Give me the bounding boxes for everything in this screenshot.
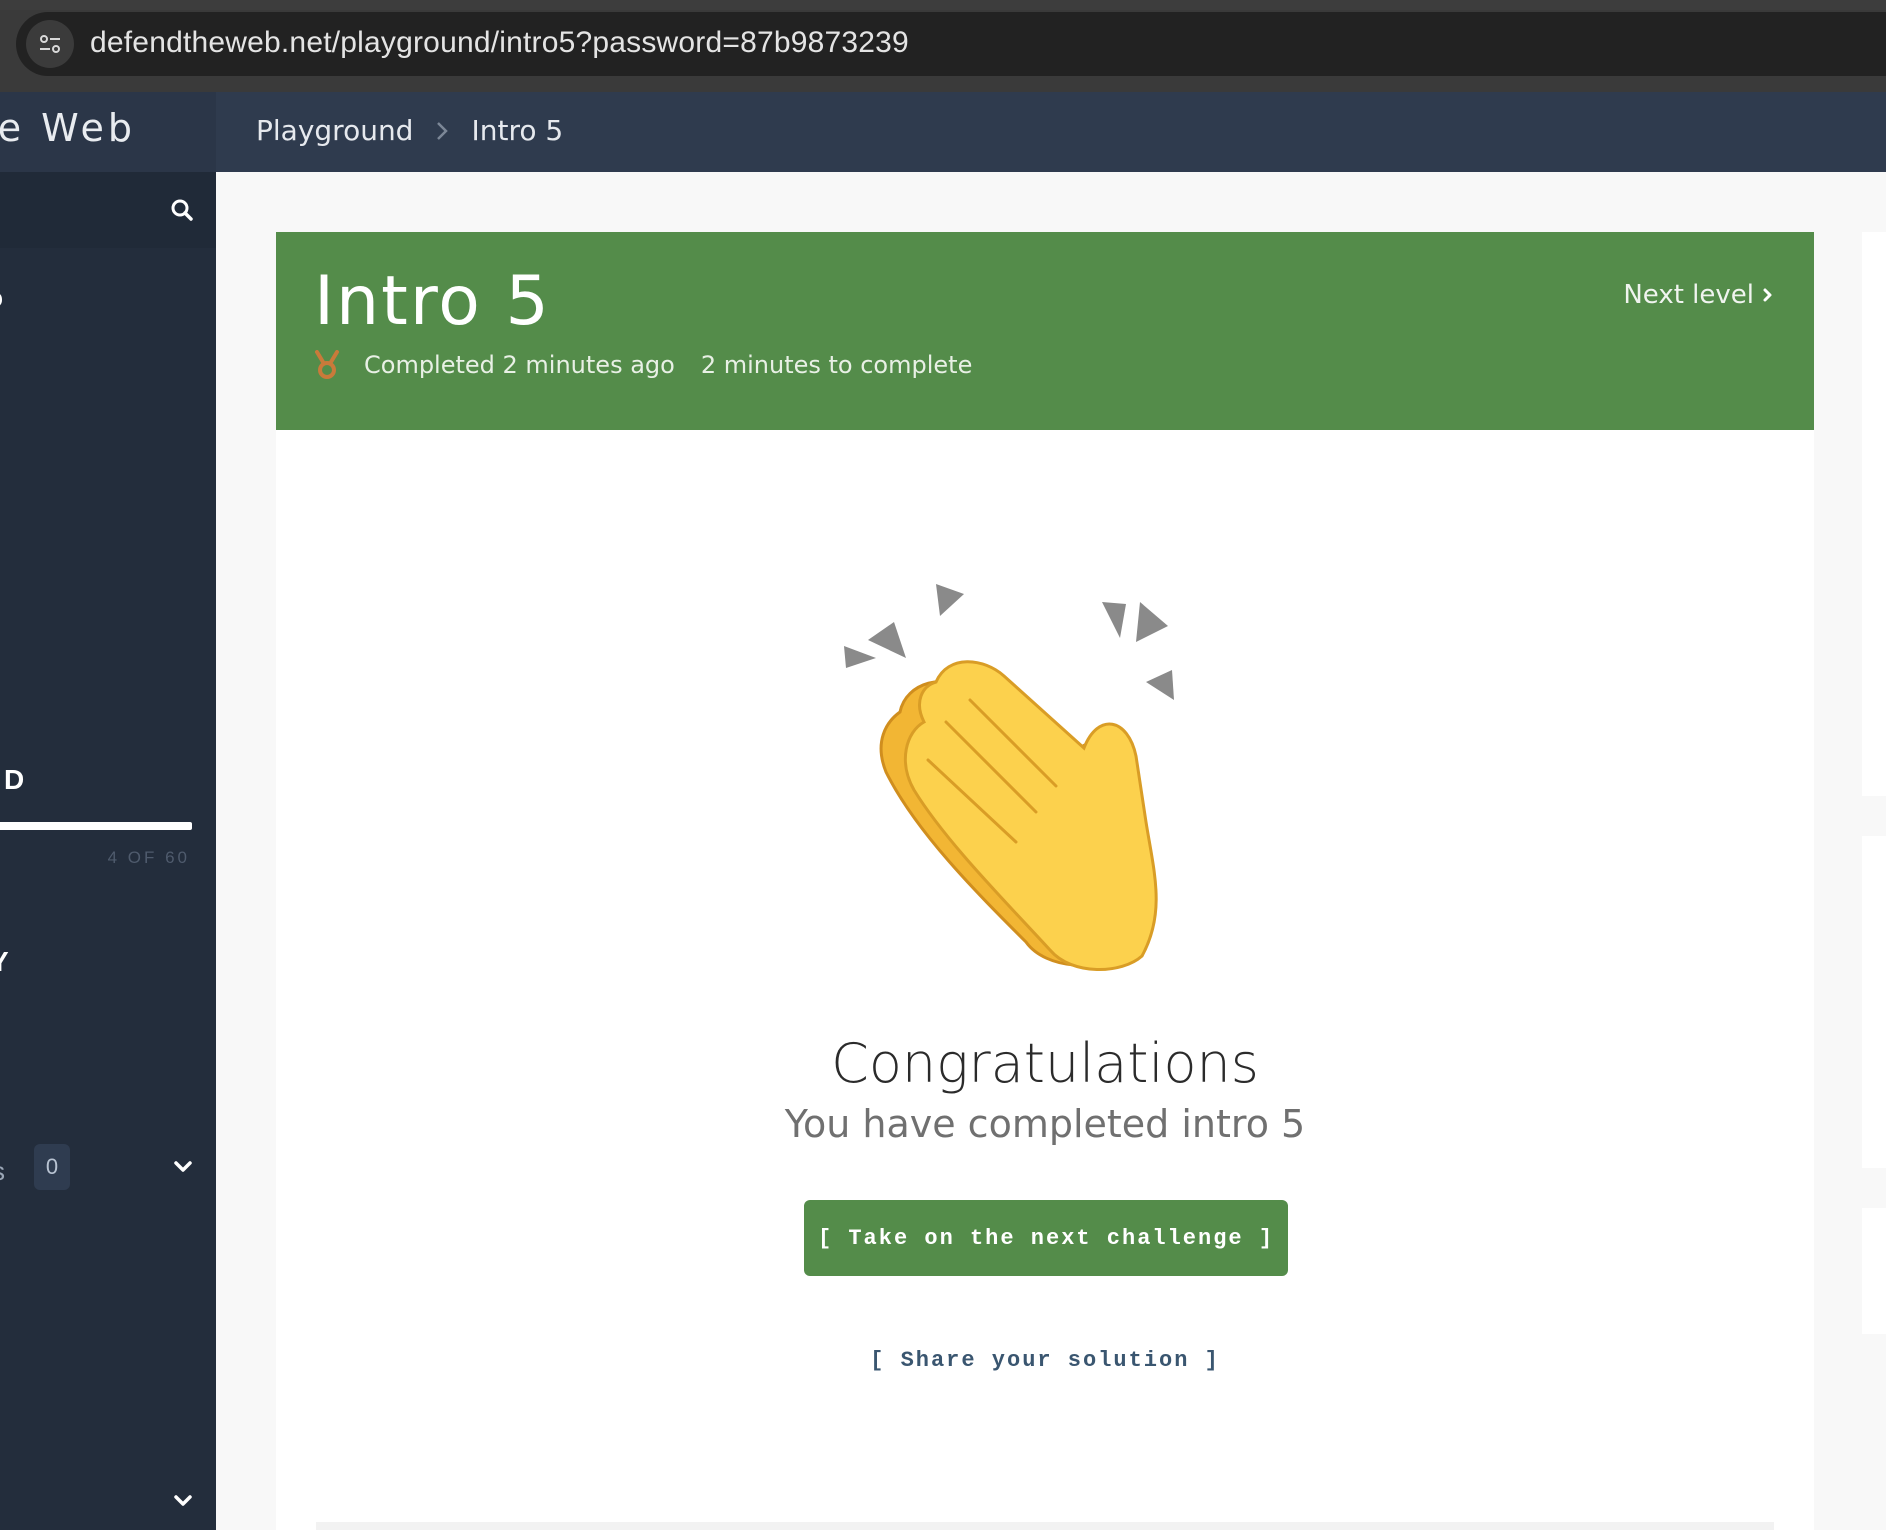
- sidebar-user-fragment: o: [0, 282, 3, 314]
- divider: [316, 1522, 1774, 1530]
- progress-bar: [0, 822, 192, 830]
- medal-icon: [315, 350, 339, 379]
- congratulations-title: Congratulations: [831, 1032, 1259, 1095]
- count-badge: 0: [34, 1144, 70, 1190]
- chevron-down-icon[interactable]: [172, 1156, 194, 1178]
- address-bar[interactable]: defendtheweb.net/playground/intro5?passw…: [16, 12, 1886, 76]
- completed-subtitle: You have completed intro 5: [784, 1102, 1306, 1146]
- next-challenge-button[interactable]: [ Take on the next challenge ]: [804, 1200, 1288, 1276]
- brand-logo-text: Defend the Web: [0, 106, 136, 150]
- sidebar-section-fragment: D: [4, 764, 27, 795]
- clapping-hands-icon: [836, 572, 1236, 972]
- breadcrumb-playground[interactable]: Playground: [256, 114, 413, 147]
- level-header: Intro 5 Completed 2 minutes ago 2 minute…: [276, 232, 1814, 430]
- right-panel: [1862, 232, 1886, 796]
- next-level-link[interactable]: Next level: [1623, 280, 1774, 310]
- sidebar-menu-item-label[interactable]: s: [0, 1156, 5, 1187]
- sidebar-search[interactable]: [0, 172, 216, 248]
- main-content: Intro 5 Completed 2 minutes ago 2 minute…: [216, 172, 1886, 1530]
- breadcrumb: Playground Intro 5: [256, 114, 563, 147]
- tab-strip-edge: [0, 0, 1886, 10]
- sidebar-section-fragment-2: Y: [0, 946, 9, 978]
- right-panel: [1862, 1208, 1886, 1334]
- completed-time: Completed 2 minutes ago: [364, 351, 675, 379]
- browser-toolbar: defendtheweb.net/playground/intro5?passw…: [0, 0, 1886, 92]
- level-title: Intro 5: [314, 262, 551, 341]
- url-text[interactable]: defendtheweb.net/playground/intro5?passw…: [90, 26, 909, 60]
- next-level-label: Next level: [1623, 280, 1754, 310]
- progress-caption: 4 OF 60: [107, 848, 190, 867]
- breadcrumb-current: Intro 5: [471, 114, 564, 147]
- sidebar-brand[interactable]: Defend the Web: [0, 92, 216, 172]
- chevron-right-icon: [1763, 288, 1772, 302]
- sidebar: Defend the Web o D 4 OF 60 Y s 0: [0, 92, 216, 1530]
- search-icon[interactable]: [170, 198, 194, 222]
- share-solution-link[interactable]: [ Share your solution ]: [276, 1348, 1814, 1373]
- level-card: Intro 5 Completed 2 minutes ago 2 minute…: [276, 232, 1814, 1530]
- top-header: Playground Intro 5: [216, 92, 1886, 172]
- site-info-icon[interactable]: [26, 20, 74, 68]
- chevron-down-icon[interactable]: [172, 1490, 194, 1512]
- completion-duration: 2 minutes to complete: [700, 351, 973, 379]
- right-panel: [1862, 836, 1886, 1168]
- progress-bar-fill: [0, 822, 13, 830]
- level-meta: Completed 2 minutes ago 2 minutes to com…: [314, 350, 972, 380]
- chevron-right-icon: [437, 121, 449, 140]
